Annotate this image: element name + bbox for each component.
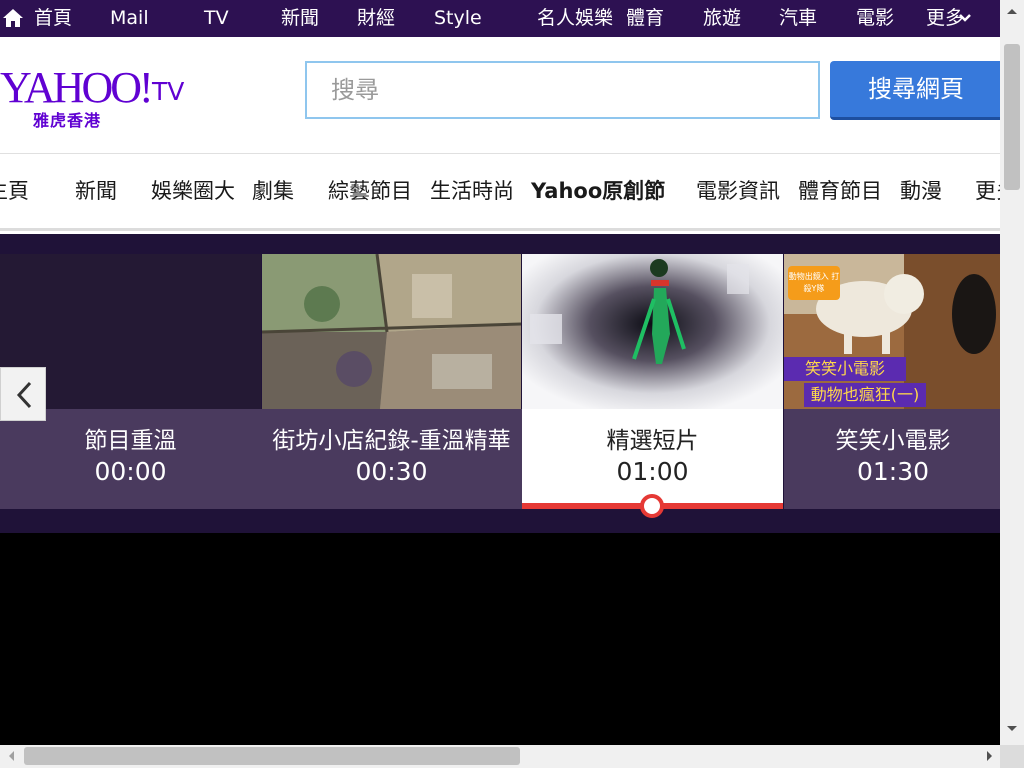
category-navigation: 主頁 新聞 娛樂圈大 劇集 綜藝節目 生活時尚 Yahoo原創節 電影資訊 體育… <box>0 153 1017 231</box>
category-item-anime[interactable]: 動漫 <box>900 154 942 229</box>
scrollbar-corner <box>1000 745 1024 768</box>
topnav-tv[interactable]: TV <box>204 0 229 37</box>
category-item-home[interactable]: 主頁 <box>0 154 29 229</box>
vertical-scrollbar[interactable] <box>1000 0 1024 745</box>
category-item-variety[interactable]: 綜藝節目 <box>328 154 412 229</box>
schedule-card[interactable]: 笑笑小電影 01:30 <box>784 409 1000 509</box>
program-caption-title: 笑笑小電影 <box>784 357 906 381</box>
category-item-sports[interactable]: 體育節目 <box>798 154 882 229</box>
topnav-home[interactable]: 首頁 <box>34 0 72 37</box>
video-player[interactable] <box>0 533 1000 745</box>
now-playing-indicator <box>640 494 664 518</box>
topnav-style[interactable]: Style <box>434 0 482 37</box>
scroll-right-icon[interactable] <box>983 745 997 768</box>
topnav-movies[interactable]: 電影 <box>856 0 894 37</box>
program-thumbnail[interactable] <box>262 254 521 409</box>
carousel-prev-button[interactable] <box>0 367 46 421</box>
chevron-left-icon <box>16 381 32 409</box>
horizontal-scrollbar[interactable] <box>0 745 1000 768</box>
horizontal-scroll-thumb[interactable] <box>24 747 520 765</box>
home-icon[interactable] <box>1 6 25 30</box>
program-title: 街坊小店紀錄-重溫精華 <box>272 428 511 454</box>
program-badge: 動物出鏡入 打殺Y隊 <box>788 266 840 300</box>
category-item-lifestyle[interactable]: 生活時尚 <box>430 154 514 229</box>
vertical-scroll-thumb[interactable] <box>1004 44 1020 190</box>
schedule-card[interactable]: 街坊小店紀錄-重溫精華 00:30 <box>261 409 522 509</box>
topnav-news[interactable]: 新聞 <box>281 0 319 37</box>
program-time: 00:00 <box>94 457 167 486</box>
scroll-down-icon[interactable] <box>1000 722 1024 736</box>
search-web-button[interactable]: 搜尋網頁 <box>830 61 1002 120</box>
category-item-yahoo-originals[interactable]: Yahoo原創節 <box>531 154 665 229</box>
category-item-entertainment[interactable]: 娛樂圈大 <box>151 154 235 229</box>
logo-wordmark: YAHOO! <box>0 63 154 112</box>
program-title: 節目重溫 <box>84 428 177 454</box>
topnav-sports[interactable]: 體育 <box>626 0 664 37</box>
schedule-card[interactable]: 節目重溫 00:00 <box>0 409 261 509</box>
search-input[interactable]: 搜尋 <box>305 61 820 119</box>
logo-subtitle: 雅虎香港 <box>33 111 102 130</box>
program-caption-subtitle: 動物也瘋狂(一) <box>804 383 926 407</box>
program-time: 01:30 <box>856 457 930 486</box>
top-navigation-bar: 首頁 Mail TV 新聞 財經 Style 名人娛樂 體育 旅遊 汽車 電影 … <box>0 0 1000 37</box>
chevron-down-icon[interactable] <box>958 11 972 25</box>
scroll-up-icon[interactable] <box>1000 4 1024 18</box>
yahoo-tv-logo[interactable]: YAHOO! TV 雅虎香港 <box>0 65 190 135</box>
category-item-movie-info[interactable]: 電影資訊 <box>696 154 780 229</box>
topnav-mail[interactable]: Mail <box>110 0 149 37</box>
scroll-left-icon[interactable] <box>4 745 18 768</box>
program-thumbnail[interactable] <box>522 254 783 409</box>
category-item-news[interactable]: 新聞 <box>75 154 117 229</box>
logo-tv-label: TV <box>152 77 185 106</box>
schedule-carousel: 動物出鏡入 打殺Y隊 笑笑小電影 動物也瘋狂(一) 節目重溫 00:00 街坊小… <box>0 234 1000 533</box>
program-thumbnail[interactable]: 動物出鏡入 打殺Y隊 笑笑小電影 動物也瘋狂(一) <box>784 254 1000 409</box>
category-item-drama[interactable]: 劇集 <box>252 154 294 229</box>
topnav-travel[interactable]: 旅遊 <box>703 0 741 37</box>
program-time: 00:30 <box>355 457 428 486</box>
site-header: YAHOO! TV 雅虎香港 搜尋 搜尋網頁 <box>0 37 1002 153</box>
topnav-finance[interactable]: 財經 <box>357 0 395 37</box>
topnav-celebrity[interactable]: 名人娛樂 <box>537 0 613 37</box>
program-title: 笑笑小電影 <box>835 428 951 454</box>
topnav-autos[interactable]: 汽車 <box>779 0 817 37</box>
